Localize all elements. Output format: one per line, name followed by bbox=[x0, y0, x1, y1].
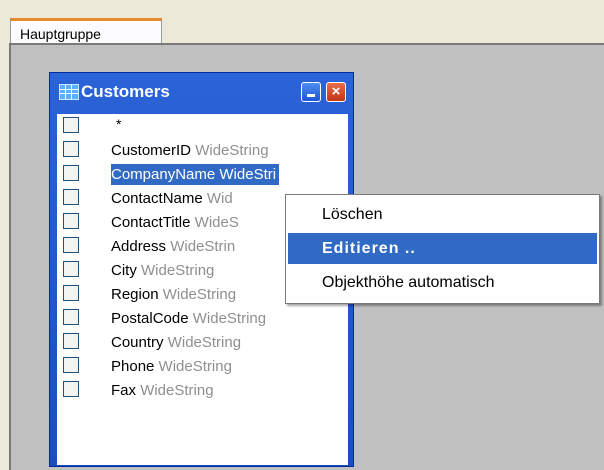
field-name: Address bbox=[111, 238, 167, 255]
field-name: CustomerID bbox=[111, 142, 192, 159]
field-type: WideString bbox=[162, 286, 237, 303]
field-row-companyname[interactable]: CompanyName WideStri bbox=[57, 162, 348, 186]
minimize-button[interactable] bbox=[301, 82, 321, 102]
table-title: Customers bbox=[81, 82, 170, 101]
context-menu: Löschen Editieren .. Objekthöhe automati… bbox=[285, 194, 600, 304]
field-label[interactable]: ContactName Wid bbox=[111, 188, 236, 209]
tab-hauptgruppe[interactable]: Hauptgruppe bbox=[10, 18, 162, 44]
field-checkbox[interactable] bbox=[63, 357, 79, 373]
field-name: City bbox=[111, 262, 137, 279]
field-checkbox[interactable] bbox=[63, 165, 79, 181]
field-name: ContactName bbox=[111, 190, 203, 207]
field-row-customerid[interactable]: CustomerID WideString bbox=[57, 138, 348, 162]
field-label[interactable]: Address WideStrin bbox=[111, 236, 238, 257]
field-type: WideS bbox=[194, 214, 239, 231]
field-label-selected[interactable]: CompanyName WideStri bbox=[111, 164, 280, 185]
field-label[interactable]: CustomerID WideString bbox=[111, 140, 272, 161]
field-name: Phone bbox=[111, 358, 155, 375]
field-label[interactable]: ContactTitle WideS bbox=[111, 212, 242, 233]
field-type: Wid bbox=[206, 190, 233, 207]
field-checkbox[interactable] bbox=[63, 117, 79, 133]
field-type: WideString bbox=[192, 310, 267, 327]
field-name: ContactTitle bbox=[111, 214, 191, 231]
menu-item-loeschen[interactable]: Löschen bbox=[288, 199, 597, 230]
field-type: WideStri bbox=[219, 166, 277, 183]
menu-item-editieren[interactable]: Editieren .. bbox=[288, 233, 597, 264]
field-checkbox[interactable] bbox=[63, 261, 79, 277]
field-row-star[interactable]: * bbox=[57, 114, 348, 138]
field-checkbox[interactable] bbox=[63, 213, 79, 229]
field-type: WideString bbox=[141, 262, 215, 279]
field-checkbox[interactable] bbox=[63, 237, 79, 253]
table-title-bar[interactable]: Customers × bbox=[54, 77, 349, 107]
field-type: WideString bbox=[140, 382, 214, 399]
field-name: Fax bbox=[111, 382, 137, 399]
field-label[interactable]: Phone WideString bbox=[111, 356, 235, 377]
field-name: Country bbox=[111, 334, 164, 351]
field-type: WideStrin bbox=[170, 238, 236, 255]
field-type: WideString bbox=[167, 334, 242, 351]
field-name: PostalCode bbox=[111, 310, 189, 327]
field-checkbox[interactable] bbox=[63, 141, 79, 157]
field-name: Region bbox=[111, 286, 159, 303]
field-label[interactable]: Fax WideString bbox=[111, 380, 217, 401]
field-checkbox[interactable] bbox=[63, 333, 79, 349]
field-type: WideString bbox=[195, 142, 269, 159]
field-name: CompanyName bbox=[111, 166, 216, 183]
field-label[interactable]: City WideString bbox=[111, 260, 217, 281]
table-grid-icon bbox=[59, 84, 79, 100]
all-fields-marker: * bbox=[116, 116, 122, 132]
field-row-fax[interactable]: Fax WideString bbox=[57, 378, 348, 402]
field-checkbox[interactable] bbox=[63, 189, 79, 205]
field-row-country[interactable]: Country WideString bbox=[57, 330, 348, 354]
field-label[interactable]: Country WideString bbox=[111, 332, 244, 353]
field-row-postalcode[interactable]: PostalCode WideString bbox=[57, 306, 348, 330]
field-checkbox[interactable] bbox=[63, 381, 79, 397]
field-label[interactable]: PostalCode WideString bbox=[111, 308, 269, 329]
field-row-phone[interactable]: Phone WideString bbox=[57, 354, 348, 378]
field-checkbox[interactable] bbox=[63, 285, 79, 301]
close-button[interactable]: × bbox=[326, 82, 346, 102]
field-label[interactable]: Region WideString bbox=[111, 284, 239, 305]
tab-strip: Hauptgruppe bbox=[0, 0, 604, 44]
field-checkbox[interactable] bbox=[63, 309, 79, 325]
menu-item-objekthoehe-automatisch[interactable]: Objekthöhe automatisch bbox=[288, 267, 597, 298]
field-type: WideString bbox=[158, 358, 232, 375]
